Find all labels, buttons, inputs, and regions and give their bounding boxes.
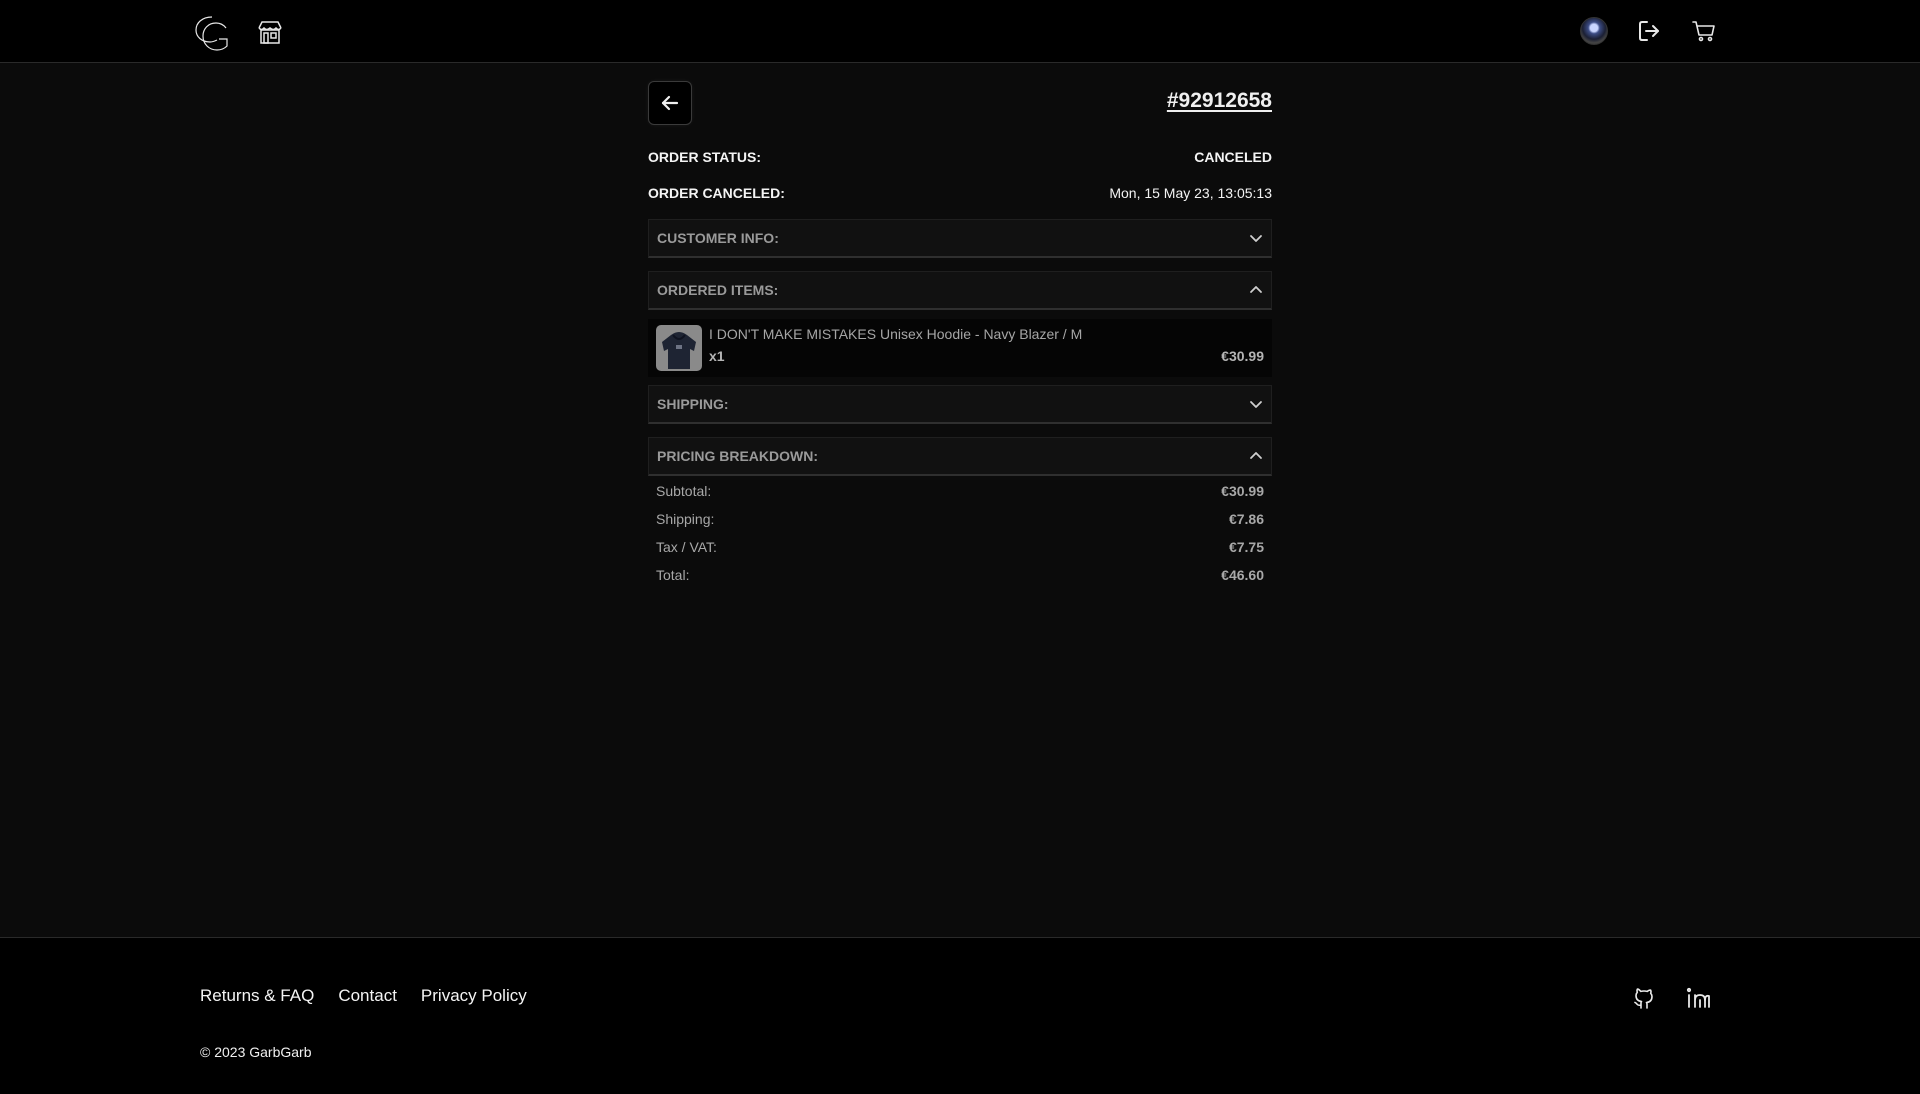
order-status-row: ORDER STATUS: CANCELED — [648, 149, 1272, 165]
accordion-title: PRICING BREAKDOWN: — [657, 448, 818, 464]
order-status-label: ORDER STATUS: — [648, 149, 762, 165]
github-icon[interactable] — [1632, 986, 1656, 1010]
chevron-down-icon — [1250, 235, 1262, 242]
pricing-row-subtotal: Subtotal: €30.99 — [656, 483, 1264, 499]
item-name: I DON'T MAKE MISTAKES Unisex Hoodie - Na… — [709, 326, 1083, 342]
accordion-title: ORDERED ITEMS: — [657, 282, 779, 298]
back-button[interactable] — [648, 81, 692, 125]
pricing-value: €7.86 — [1228, 511, 1264, 527]
arrow-left-icon — [661, 95, 679, 111]
pricing-label: Shipping: — [656, 511, 715, 527]
pricing-value: €30.99 — [1221, 483, 1264, 499]
item-price: €30.99 — [1221, 348, 1264, 364]
logout-icon[interactable] — [1636, 18, 1662, 44]
order-canceled-row: ORDER CANCELED: Mon, 15 May 23, 13:05:13 — [648, 185, 1272, 201]
order-id-link[interactable]: #92912658 — [1167, 89, 1272, 113]
linkedin-icon[interactable] — [1686, 986, 1712, 1010]
chevron-up-icon — [1250, 452, 1262, 459]
footer: Returns & FAQ Contact Privacy Policy © 2… — [0, 937, 1920, 1094]
accordion-title: SHIPPING: — [657, 396, 729, 412]
pricing-value: €46.60 — [1221, 567, 1264, 583]
chevron-up-icon — [1250, 286, 1262, 293]
logo-icon[interactable] — [192, 12, 234, 54]
user-avatar[interactable] — [1580, 17, 1608, 45]
customer-info-accordion[interactable]: CUSTOMER INFO: — [648, 219, 1272, 258]
order-status-value: CANCELED — [1194, 149, 1272, 165]
order-item[interactable]: I DON'T MAKE MISTAKES Unisex Hoodie - Na… — [648, 319, 1272, 377]
order-canceled-label: ORDER CANCELED: — [648, 185, 785, 201]
pricing-label: Total: — [656, 567, 690, 583]
pricing-value: €7.75 — [1228, 539, 1264, 555]
footer-link-privacy-policy[interactable]: Privacy Policy — [421, 986, 527, 1006]
footer-link-contact[interactable]: Contact — [338, 986, 397, 1006]
shipping-accordion[interactable]: SHIPPING: — [648, 385, 1272, 424]
pricing-row-shipping: Shipping: €7.86 — [656, 511, 1264, 527]
accordion-title: CUSTOMER INFO: — [657, 230, 779, 246]
pricing-row-tax: Tax / VAT: €7.75 — [656, 539, 1264, 555]
footer-links: Returns & FAQ Contact Privacy Policy — [200, 986, 527, 1006]
chevron-down-icon — [1250, 401, 1262, 408]
order-canceled-date: Mon, 15 May 23, 13:05:13 — [1109, 185, 1272, 201]
footer-link-returns-faq[interactable]: Returns & FAQ — [200, 986, 314, 1006]
pricing-label: Tax / VAT: — [656, 539, 717, 555]
item-quantity: x1 — [709, 348, 725, 364]
top-nav — [0, 0, 1920, 63]
store-icon[interactable] — [256, 18, 284, 46]
pricing-label: Subtotal: — [656, 483, 712, 499]
pricing-breakdown-accordion[interactable]: PRICING BREAKDOWN: — [648, 437, 1272, 476]
product-thumbnail — [656, 325, 702, 371]
copyright: © 2023 GarbGarb — [200, 1044, 312, 1060]
pricing-row-total: Total: €46.60 — [656, 567, 1264, 583]
cart-icon[interactable] — [1691, 18, 1717, 44]
ordered-items-accordion[interactable]: ORDERED ITEMS: — [648, 271, 1272, 310]
